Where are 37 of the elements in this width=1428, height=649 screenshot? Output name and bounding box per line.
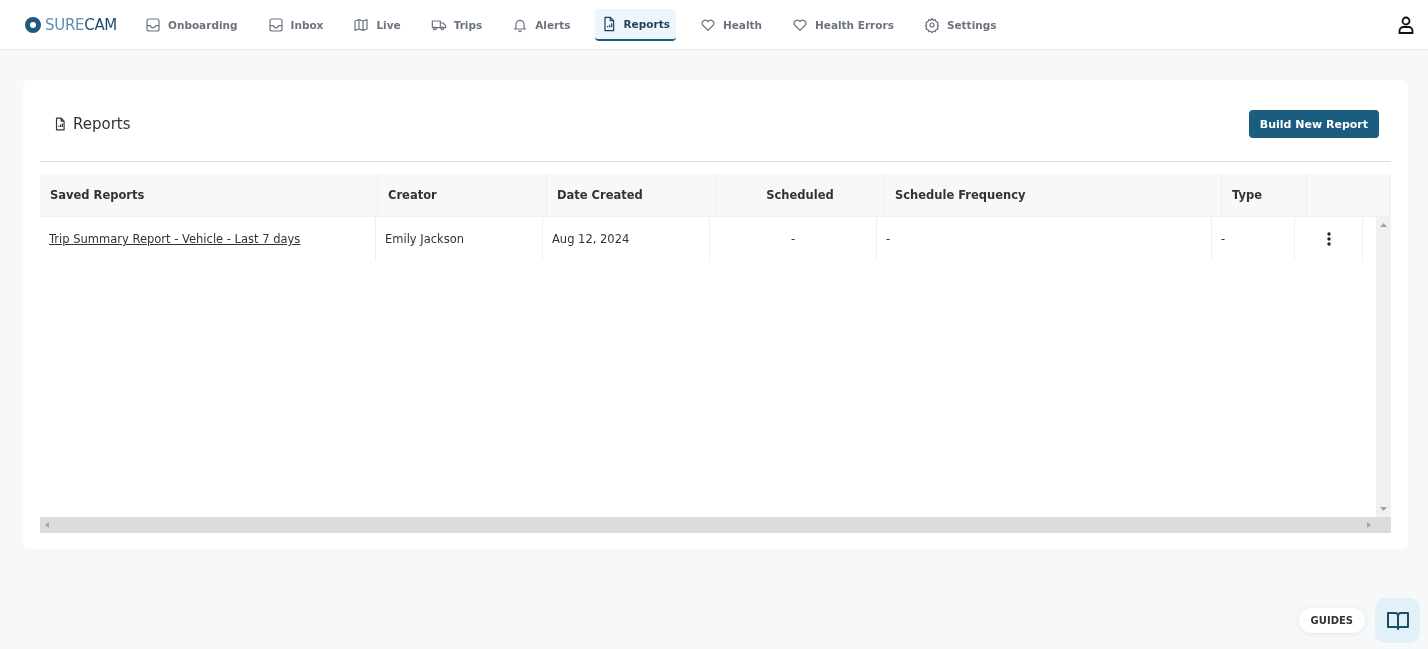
nav-tab[interactable]: Settings xyxy=(917,8,1003,41)
table-cell: - xyxy=(790,232,796,246)
nav-tab[interactable]: Reports xyxy=(594,8,676,41)
report-icon xyxy=(53,117,67,131)
logo-text[interactable]: SURECAM xyxy=(45,15,117,34)
nav-tab[interactable]: Alerts xyxy=(506,8,577,41)
table-cell: - xyxy=(1221,232,1226,246)
nav-tab[interactable]: Health xyxy=(693,8,768,41)
column-header[interactable]: Scheduled xyxy=(766,188,834,202)
table-cell: Emily Jackson xyxy=(385,232,465,246)
inbox-icon xyxy=(267,16,284,33)
column-header[interactable]: Schedule Frequency xyxy=(895,188,1026,202)
nav-tab[interactable]: Onboarding xyxy=(139,8,244,41)
guides-button[interactable]: GUIDES xyxy=(1298,608,1365,633)
column-header[interactable]: Type xyxy=(1232,188,1262,202)
nav-tab[interactable]: Inbox xyxy=(261,8,330,41)
heart-icon xyxy=(699,16,716,33)
column-header[interactable]: Saved Reports xyxy=(50,188,145,202)
build-new-report-button[interactable]: Build New Report xyxy=(1248,110,1379,138)
table-cell: - xyxy=(886,232,891,246)
heart-icon xyxy=(792,16,808,33)
guides-book-button[interactable] xyxy=(1375,598,1420,643)
table-cell: Aug 12, 2024 xyxy=(552,232,630,246)
column-header[interactable]: Creator xyxy=(388,188,437,202)
nav-tab[interactable]: Live xyxy=(347,8,407,41)
map-icon xyxy=(353,16,370,33)
report-link[interactable]: Trip Summary Report - Vehicle - Last 7 days xyxy=(49,232,301,246)
settings-icon xyxy=(923,16,940,33)
page-title: Reports xyxy=(73,115,131,133)
nav-tab[interactable]: Health Errors xyxy=(786,8,900,41)
more-options-icon[interactable] xyxy=(1326,232,1331,246)
logo-icon xyxy=(25,16,41,33)
inbox-icon xyxy=(145,16,161,33)
column-header[interactable]: Date Created xyxy=(557,188,643,202)
nav-tab[interactable]: Trips xyxy=(424,8,489,41)
user-icon[interactable] xyxy=(1398,15,1414,34)
horizontal-scrollbar[interactable] xyxy=(40,517,1391,533)
